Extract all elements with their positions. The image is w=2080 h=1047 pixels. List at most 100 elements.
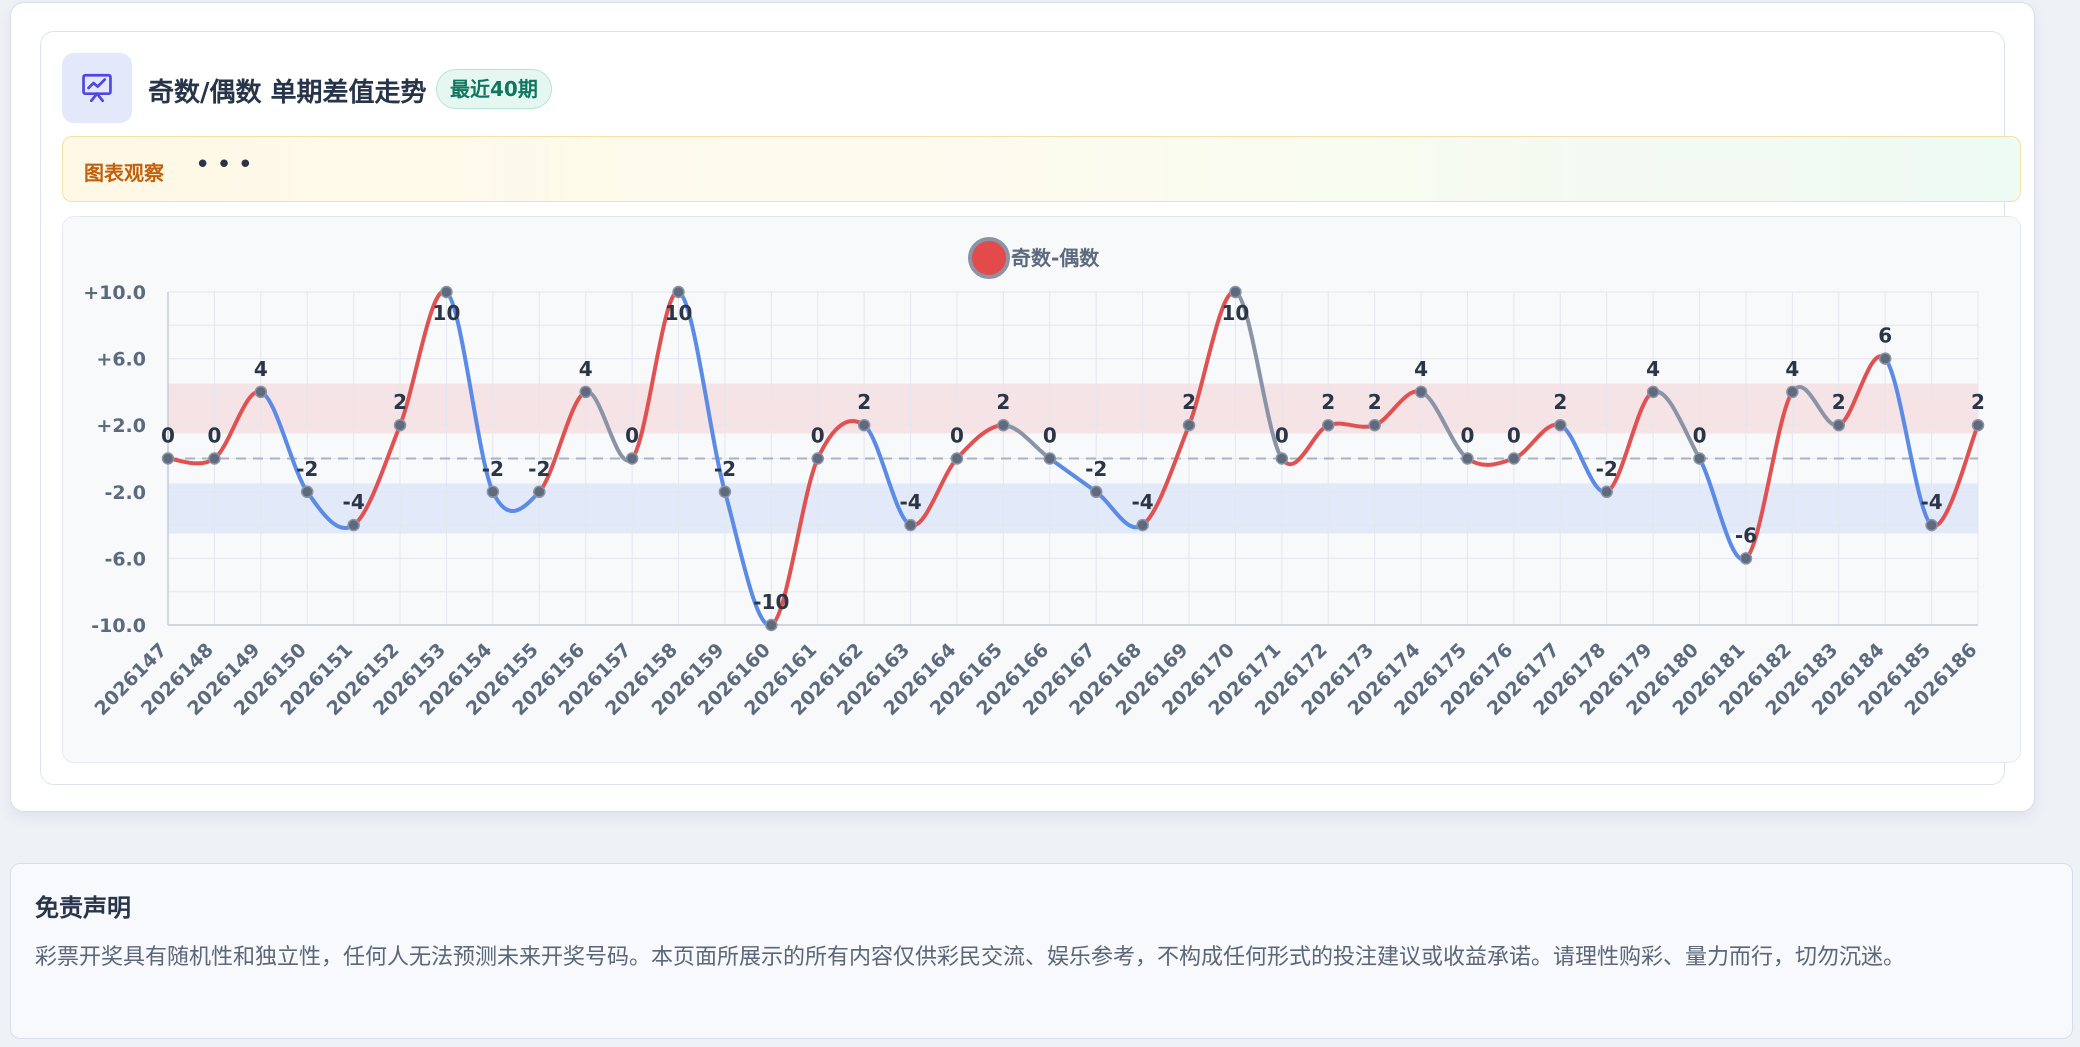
data-label: -4 xyxy=(343,490,365,514)
legend-label: 奇数-偶数 xyxy=(1011,246,1100,270)
data-label: -4 xyxy=(1132,490,1154,514)
data-point xyxy=(1786,385,1799,399)
data-label: 2 xyxy=(1553,390,1567,414)
y-tick-label: +2.0 xyxy=(96,415,146,437)
data-point xyxy=(1368,418,1381,432)
data-label: -4 xyxy=(899,490,921,514)
disclaimer-panel: 免责声明 彩票开奖具有随机性和独立性，任何人无法预测未来开奖号码。本页面所展示的… xyxy=(10,863,2073,1039)
data-label: -2 xyxy=(714,457,736,481)
data-label: 4 xyxy=(1646,357,1660,381)
data-point xyxy=(1878,352,1892,365)
data-point xyxy=(1414,385,1428,399)
data-label: -2 xyxy=(528,457,550,481)
data-label: 2 xyxy=(393,390,407,414)
data-point xyxy=(1322,418,1335,432)
data-point xyxy=(1461,452,1474,465)
data-label: 2 xyxy=(996,390,1010,414)
data-point xyxy=(1554,418,1567,432)
data-label: 4 xyxy=(1785,357,1799,381)
data-point xyxy=(1832,418,1846,432)
y-tick-label: +10.0 xyxy=(83,282,146,304)
data-point xyxy=(950,452,964,465)
data-point xyxy=(1646,385,1660,399)
y-tick-label: +6.0 xyxy=(96,349,146,371)
data-label: 6 xyxy=(1878,324,1892,348)
data-label: 2 xyxy=(1321,390,1335,414)
y-tick-label: -10.0 xyxy=(91,615,146,637)
data-label: -4 xyxy=(1920,490,1942,514)
data-point xyxy=(625,452,639,465)
data-label: 0 xyxy=(950,424,964,448)
data-label: 10 xyxy=(433,301,461,325)
data-label: 4 xyxy=(579,357,593,381)
data-point xyxy=(579,385,592,399)
more-dots-icon[interactable]: ••• xyxy=(195,150,259,180)
presentation-chart-icon xyxy=(62,53,132,123)
chart-observation-banner[interactable]: 图表观察 ••• xyxy=(62,136,2021,202)
data-point xyxy=(997,418,1010,432)
data-point xyxy=(1507,452,1521,465)
data-label: 0 xyxy=(811,424,825,448)
data-point xyxy=(718,485,732,499)
data-label: 0 xyxy=(1275,424,1289,448)
data-point xyxy=(1182,418,1196,432)
data-label: -10 xyxy=(753,590,789,614)
odd-even-diff-chart: 0 0 4 -2 -4 2 10 -2 -2 4 0 10 -2 -10 0 2 -4 0 2 0 -2 -4 2 10 0 2 2… xyxy=(83,237,1985,720)
data-label: 0 xyxy=(1693,424,1707,448)
data-label: 10 xyxy=(1222,301,1250,325)
data-label: -2 xyxy=(482,457,504,481)
data-label: 0 xyxy=(625,424,639,448)
data-label: -2 xyxy=(1085,457,1107,481)
data-label: 4 xyxy=(254,357,268,381)
data-point xyxy=(347,518,360,532)
data-point xyxy=(811,452,824,465)
data-label: 2 xyxy=(1368,390,1382,414)
data-label: 2 xyxy=(857,390,871,414)
data-point xyxy=(254,385,268,399)
data-point xyxy=(161,452,175,465)
data-point xyxy=(300,485,314,499)
data-label: -6 xyxy=(1735,523,1757,547)
data-point xyxy=(1739,552,1753,565)
data-label: 2 xyxy=(1182,390,1196,414)
y-tick-label: -2.0 xyxy=(104,482,146,504)
series-line-segment xyxy=(1465,456,1516,467)
data-point xyxy=(1275,452,1289,465)
data-point xyxy=(440,285,453,299)
data-point xyxy=(486,485,500,499)
data-label: 4 xyxy=(1414,357,1428,381)
chart-title: 奇数/偶数 单期差值走势 xyxy=(148,78,427,108)
data-label: -2 xyxy=(1596,457,1618,481)
data-point xyxy=(1971,418,1985,432)
disclaimer-text: 彩票开奖具有随机性和独立性，任何人无法预测未来开奖号码。本页面所展示的所有内容仅… xyxy=(35,945,1906,970)
data-point xyxy=(857,418,871,432)
data-label: 2 xyxy=(1832,390,1846,414)
disclaimer-title: 免责声明 xyxy=(35,894,131,922)
data-label: 0 xyxy=(161,424,175,448)
legend-swatch xyxy=(968,237,1010,279)
range-badge: 最近40期 xyxy=(436,69,552,109)
data-point xyxy=(1600,485,1613,499)
data-point xyxy=(1043,452,1057,465)
data-label: 0 xyxy=(207,424,221,448)
data-label: 0 xyxy=(1507,424,1521,448)
data-point xyxy=(904,518,917,532)
data-label: 10 xyxy=(665,301,693,325)
data-point xyxy=(765,618,778,632)
data-point xyxy=(1089,485,1103,499)
data-point xyxy=(208,452,221,465)
data-point xyxy=(1925,518,1938,532)
data-point xyxy=(393,418,407,432)
data-label: 0 xyxy=(1461,424,1475,448)
observation-label: 图表观察 xyxy=(84,161,164,185)
y-tick-label: -6.0 xyxy=(104,548,146,570)
data-label: -2 xyxy=(296,457,318,481)
data-point xyxy=(1136,518,1149,532)
positive-band xyxy=(168,383,1978,434)
data-label: 0 xyxy=(1043,424,1057,448)
data-point xyxy=(533,485,546,499)
data-point xyxy=(672,285,685,299)
data-point xyxy=(1229,285,1242,299)
negative-band xyxy=(168,483,1978,534)
data-label: 2 xyxy=(1971,390,1985,414)
